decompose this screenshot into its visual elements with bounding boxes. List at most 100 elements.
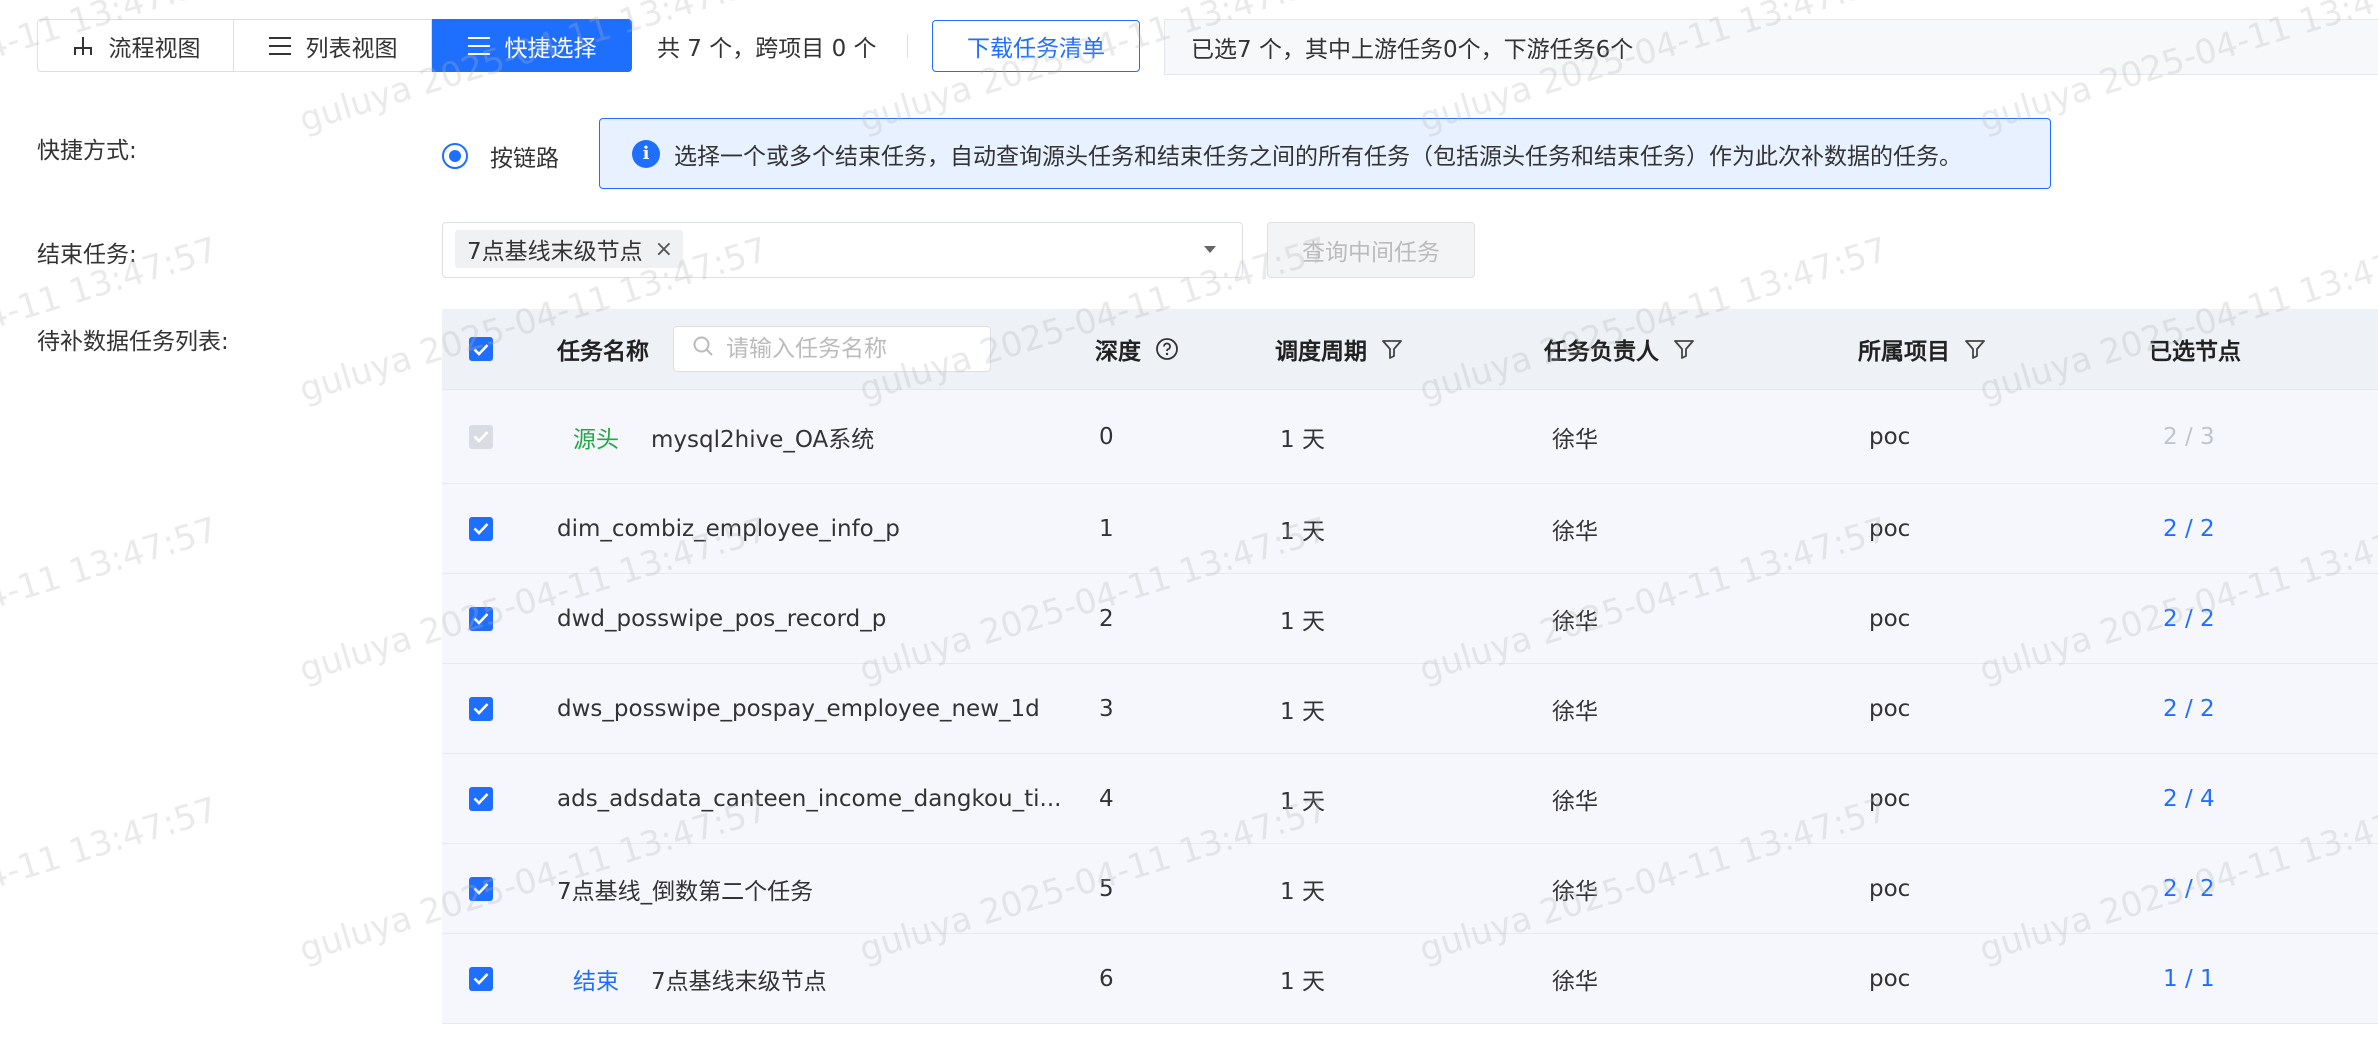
task-name[interactable]: ads_adsdata_canteen_income_dangkou_ti...: [557, 786, 1061, 812]
task-name[interactable]: mysql2hive_OA系统: [651, 420, 874, 454]
row-checkbox[interactable]: [469, 516, 493, 541]
search-input[interactable]: [726, 336, 966, 362]
selected-nodes-link[interactable]: 2 / 2: [2163, 664, 2215, 753]
name-cell: dwd_posswipe_pos_record_p: [557, 574, 886, 663]
info-alert: i 选择一个或多个结束任务，自动查询源头任务和结束任务之间的所有任务（包括源头任…: [599, 118, 2051, 189]
cycle-cell: 1 天: [1280, 608, 1325, 635]
row-checkbox[interactable]: [469, 876, 493, 901]
table-header: 任务名称 深度 调度周期 任务负责人: [442, 309, 2378, 390]
name-cell: ads_adsdata_canteen_income_dangkou_ti...: [557, 754, 1061, 843]
select-all-checkbox[interactable]: [469, 337, 493, 361]
selected-nodes-link[interactable]: 2 / 2: [2163, 574, 2215, 663]
table-row[interactable]: ads_adsdata_canteen_income_dangkou_ti...…: [442, 754, 2378, 844]
selected-tag-label: 7点基线末级节点: [467, 239, 643, 265]
mode-label: 快捷方式:: [37, 138, 137, 164]
row-checkbox[interactable]: [469, 966, 493, 991]
header-depth: 深度: [1095, 309, 1179, 389]
header-selected-nodes: 已选节点: [2149, 309, 2241, 389]
quick-select-tab[interactable]: 快捷选择: [432, 19, 632, 72]
checkbox-cell: [469, 574, 493, 663]
task-name[interactable]: dws_posswipe_pospay_employee_new_1d: [557, 696, 1040, 722]
depth-cell: 2: [1099, 605, 1114, 632]
name-cell: 7点基线_倒数第二个任务: [557, 844, 813, 933]
table-row[interactable]: 7点基线_倒数第二个任务 5 1 天 徐华 poc 2 / 2: [442, 844, 2378, 934]
task-name[interactable]: dim_combiz_employee_info_p: [557, 516, 900, 542]
view-switcher: 流程视图 列表视图 快捷选择: [37, 19, 632, 72]
table-body: 源头 mysql2hive_OA系统 0 1 天徐华 poc 2 / 3 dim_combi…: [442, 390, 2378, 1024]
filter-icon[interactable]: [1964, 338, 1986, 360]
project-cell: poc: [1869, 695, 1911, 722]
project-cell: poc: [1869, 605, 1911, 632]
caret-down-icon[interactable]: [1204, 246, 1216, 253]
table-row[interactable]: dim_combiz_employee_info_p 1 1 天 徐华 poc 2 / 2: [442, 484, 2378, 574]
task-count-text: 共 7 个，跨项目 0 个: [657, 36, 877, 62]
header-owner-label: 任务负责人: [1544, 339, 1659, 365]
name-cell: dws_posswipe_pospay_employee_new_1d: [557, 664, 1040, 753]
depth-cell: 0: [1099, 423, 1114, 450]
header-cycle-label: 调度周期: [1275, 339, 1367, 365]
cycle-cell: 1 天: [1280, 968, 1325, 995]
checkbox-cell: [469, 934, 493, 1023]
table-row[interactable]: 结束 7点基线末级节点 6 1 天 徐华 poc 1 / 1: [442, 934, 2378, 1024]
owner-cell: 徐华: [1552, 518, 1598, 545]
row-checkbox[interactable]: [469, 606, 493, 631]
download-task-list-button[interactable]: 下载任务清单: [932, 20, 1140, 72]
quick-select-label: 快捷选择: [504, 35, 597, 62]
end-task-select[interactable]: 7点基线末级节点 ×: [442, 222, 1243, 278]
depth-cell: 3: [1099, 695, 1114, 722]
row-checkbox[interactable]: [469, 696, 493, 721]
list-icon: [467, 35, 491, 57]
project-cell: poc: [1869, 965, 1911, 992]
checkbox-cell: [469, 754, 493, 843]
end-tag: 结束: [573, 968, 619, 995]
filter-icon[interactable]: [1673, 338, 1695, 360]
selected-nodes-link[interactable]: 1 / 1: [2163, 934, 2215, 1023]
selection-summary-text: 已选7 个，其中上游任务0个，下游任务6个: [1191, 37, 1634, 63]
list-view-label: 列表视图: [305, 35, 398, 62]
info-text: 选择一个或多个结束任务，自动查询源头任务和结束任务之间的所有任务（包括源头任务和…: [674, 143, 1962, 170]
flow-view-label: 流程视图: [108, 35, 201, 62]
selected-nodes-link[interactable]: 2 / 4: [2163, 754, 2215, 843]
task-name[interactable]: 7点基线_倒数第二个任务: [557, 872, 813, 906]
checkbox-cell: [469, 664, 493, 753]
owner-cell: 徐华: [1552, 698, 1598, 725]
close-icon[interactable]: ×: [655, 237, 673, 262]
task-list-label: 待补数据任务列表:: [37, 329, 229, 355]
table-row[interactable]: 源头 mysql2hive_OA系统 0 1 天 徐华 poc 2 / 3: [442, 390, 2378, 484]
task-name[interactable]: 7点基线末级节点: [651, 962, 827, 996]
checkbox-cell: [469, 390, 493, 483]
filter-icon[interactable]: [1381, 338, 1403, 360]
checkbox-cell: [469, 844, 493, 933]
watermark: guluya 2025-04-11 13:47:57: [0, 789, 223, 971]
source-tag: 源头: [573, 426, 619, 453]
name-cell: 源头 mysql2hive_OA系统: [557, 390, 874, 483]
list-view-tab[interactable]: 列表视图: [234, 19, 432, 72]
end-task-label: 结束任务:: [37, 242, 137, 268]
table-row[interactable]: dws_posswipe_pospay_employee_new_1d 3 1 天 徐…: [442, 664, 2378, 754]
depth-cell: 4: [1099, 785, 1114, 812]
radio-button[interactable]: [442, 143, 468, 169]
header-selected-nodes-label: 已选节点: [2149, 339, 2241, 365]
mode-radio-by-chain[interactable]: 按链路: [442, 139, 559, 173]
task-name-search[interactable]: [673, 326, 991, 372]
owner-cell: 徐华: [1552, 426, 1598, 453]
name-cell: dim_combiz_employee_info_p: [557, 484, 900, 573]
radio-label: 按链路: [490, 146, 559, 172]
header-task-name: 任务名称: [557, 309, 991, 389]
help-icon[interactable]: [1155, 337, 1179, 361]
row-checkbox[interactable]: [469, 786, 493, 811]
header-cycle: 调度周期: [1275, 309, 1403, 389]
project-cell: poc: [1869, 423, 1911, 450]
selection-summary: 已选7 个，其中上游任务0个，下游任务6个: [1164, 19, 2378, 75]
owner-cell: 徐华: [1552, 608, 1598, 635]
task-name[interactable]: dwd_posswipe_pos_record_p: [557, 606, 886, 632]
divider: [907, 34, 908, 58]
table-row[interactable]: dwd_posswipe_pos_record_p 2 1 天 徐华 poc 2 / 2: [442, 574, 2378, 664]
owner-cell: 徐华: [1552, 878, 1598, 905]
selected-nodes-link[interactable]: 2 / 2: [2163, 484, 2215, 573]
query-intermediate-tasks-button[interactable]: 查询中间任务: [1267, 222, 1475, 278]
flow-view-tab[interactable]: 流程视图: [37, 19, 234, 72]
cycle-cell: 1 天: [1280, 518, 1325, 545]
selected-nodes-link[interactable]: 2 / 2: [2163, 844, 2215, 933]
flow-icon: [71, 34, 95, 58]
